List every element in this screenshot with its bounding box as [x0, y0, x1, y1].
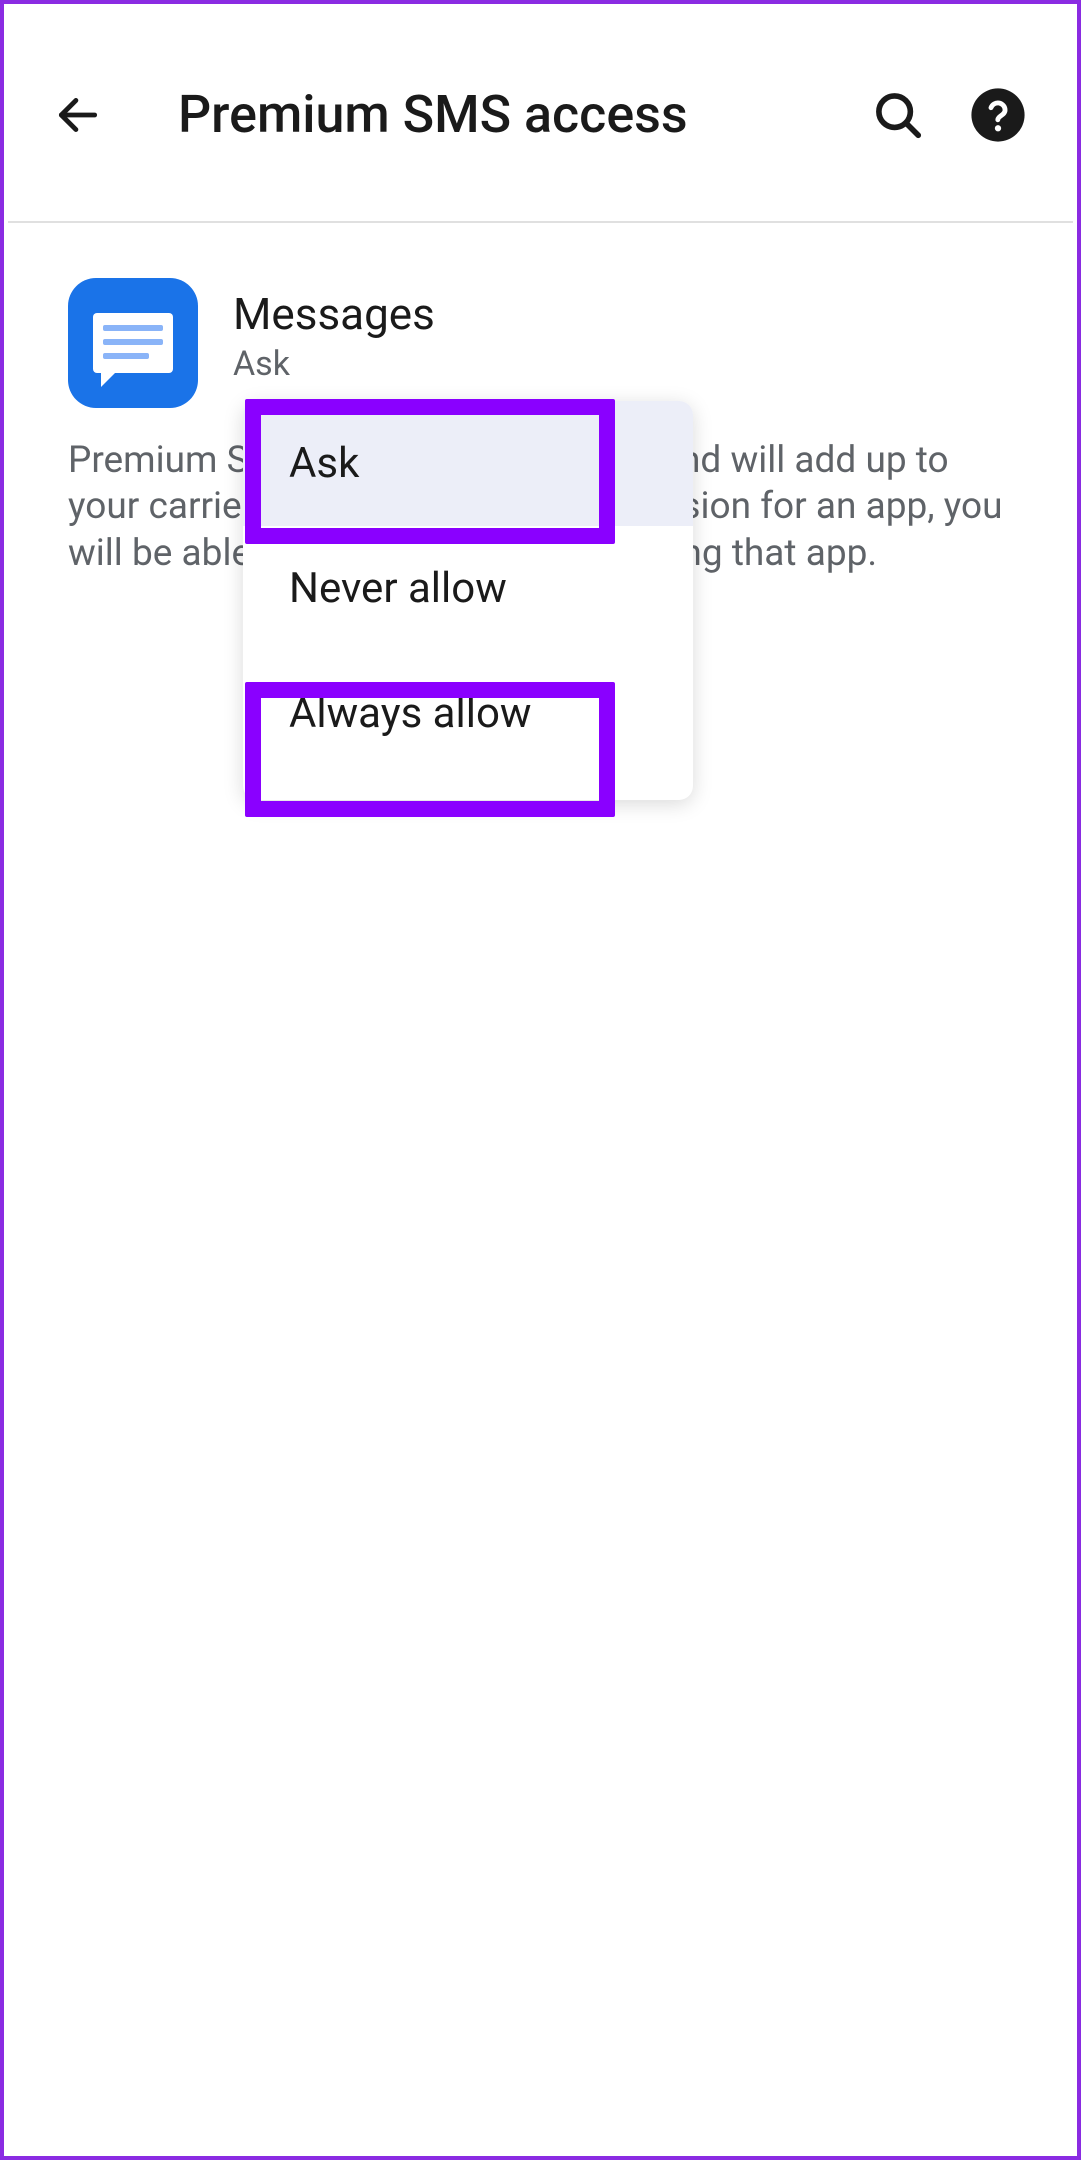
dropdown-option-always-allow[interactable]: Always allow — [243, 651, 693, 776]
app-row-messages[interactable]: Messages Ask — [68, 278, 1013, 408]
dropdown-option-never-allow[interactable]: Never allow — [243, 526, 693, 651]
search-button[interactable] — [863, 80, 933, 150]
search-icon — [871, 88, 925, 142]
permission-dropdown: Ask Never allow Always allow — [243, 401, 693, 800]
arrow-back-icon — [53, 90, 103, 140]
back-button[interactable] — [48, 85, 108, 145]
page-title: Premium SMS access — [178, 84, 833, 145]
app-name-label: Messages — [233, 288, 435, 340]
help-button[interactable] — [963, 80, 1033, 150]
dropdown-option-ask[interactable]: Ask — [243, 401, 693, 526]
app-text: Messages Ask — [233, 278, 435, 384]
help-icon — [969, 86, 1027, 144]
messages-app-icon — [68, 278, 198, 408]
screen: Premium SMS access — [8, 8, 1073, 2152]
app-status-label: Ask — [233, 344, 435, 384]
appbar: Premium SMS access — [8, 8, 1073, 223]
